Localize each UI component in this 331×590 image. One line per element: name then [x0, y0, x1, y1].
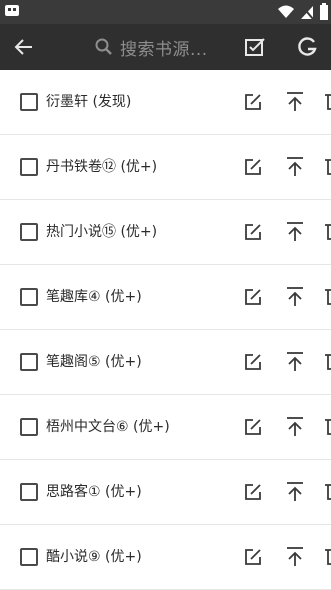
select-checkbox[interactable] [20, 288, 38, 306]
pin-top-icon[interactable] [285, 221, 305, 243]
select-checkbox[interactable] [20, 223, 38, 241]
source-name: 笔趣库④ (优+) [46, 289, 142, 305]
select-checkbox[interactable] [20, 158, 38, 176]
source-row[interactable]: 笔趣阁⑤ (优+) [0, 330, 331, 395]
source-row[interactable]: 衍墨轩 (发现) [0, 70, 331, 135]
source-row[interactable]: 思路客① (优+) [0, 460, 331, 525]
search-icon [94, 37, 114, 57]
pin-top-icon[interactable] [285, 91, 305, 113]
delete-icon[interactable] [325, 157, 331, 177]
status-bar [0, 0, 331, 24]
source-name: 衍墨轩 (发现) [46, 94, 132, 110]
source-row[interactable]: 酷小说⑨ (优+) [0, 525, 331, 590]
edit-icon[interactable] [243, 482, 263, 502]
no-sim-icon [300, 4, 314, 20]
edit-icon[interactable] [243, 287, 263, 307]
select-edit-icon[interactable] [244, 36, 266, 58]
pin-top-icon[interactable] [285, 481, 305, 503]
edit-icon[interactable] [243, 547, 263, 567]
toolbar: 搜索书源... [0, 24, 331, 70]
edit-icon[interactable] [243, 157, 263, 177]
delete-icon[interactable] [325, 547, 331, 567]
delete-icon[interactable] [325, 287, 331, 307]
pin-top-icon[interactable] [285, 156, 305, 178]
pin-top-icon[interactable] [285, 546, 305, 568]
source-name: 笔趣阁⑤ (优+) [46, 354, 142, 370]
refresh-g-icon[interactable] [296, 36, 318, 58]
delete-icon[interactable] [325, 352, 331, 372]
select-checkbox[interactable] [20, 548, 38, 566]
select-checkbox[interactable] [20, 93, 38, 111]
battery-icon [319, 3, 329, 21]
delete-icon[interactable] [325, 92, 331, 112]
select-checkbox[interactable] [20, 483, 38, 501]
source-name: 梧州中文台⑥ (优+) [46, 419, 170, 435]
edit-icon[interactable] [243, 417, 263, 437]
select-checkbox[interactable] [20, 353, 38, 371]
search-field[interactable]: 搜索书源... [94, 35, 208, 60]
source-row[interactable]: 热门小说⑮ (优+) [0, 200, 331, 265]
select-checkbox[interactable] [20, 418, 38, 436]
delete-icon[interactable] [325, 222, 331, 242]
pin-top-icon[interactable] [285, 416, 305, 438]
app-notification-icon [4, 3, 22, 19]
source-row[interactable]: 梧州中文台⑥ (优+) [0, 395, 331, 460]
source-name: 丹书铁卷⑫ (优+) [46, 159, 158, 175]
delete-icon[interactable] [325, 417, 331, 437]
source-name: 酷小说⑨ (优+) [46, 549, 142, 565]
pin-top-icon[interactable] [285, 286, 305, 308]
source-name: 热门小说⑮ (优+) [46, 224, 158, 240]
edit-icon[interactable] [243, 222, 263, 242]
source-name: 思路客① (优+) [46, 484, 142, 500]
source-row[interactable]: 笔趣库④ (优+) [0, 265, 331, 330]
wifi-icon [277, 4, 295, 20]
edit-icon[interactable] [243, 92, 263, 112]
delete-icon[interactable] [325, 482, 331, 502]
edit-icon[interactable] [243, 352, 263, 372]
pin-top-icon[interactable] [285, 351, 305, 373]
source-row[interactable]: 丹书铁卷⑫ (优+) [0, 135, 331, 200]
source-list: 衍墨轩 (发现) 丹书铁卷⑫ (优+) 热门小说⑮ (优+) 笔趣库④ (优+)… [0, 70, 331, 590]
search-placeholder: 搜索书源... [120, 39, 208, 60]
back-arrow-icon[interactable] [12, 35, 36, 59]
